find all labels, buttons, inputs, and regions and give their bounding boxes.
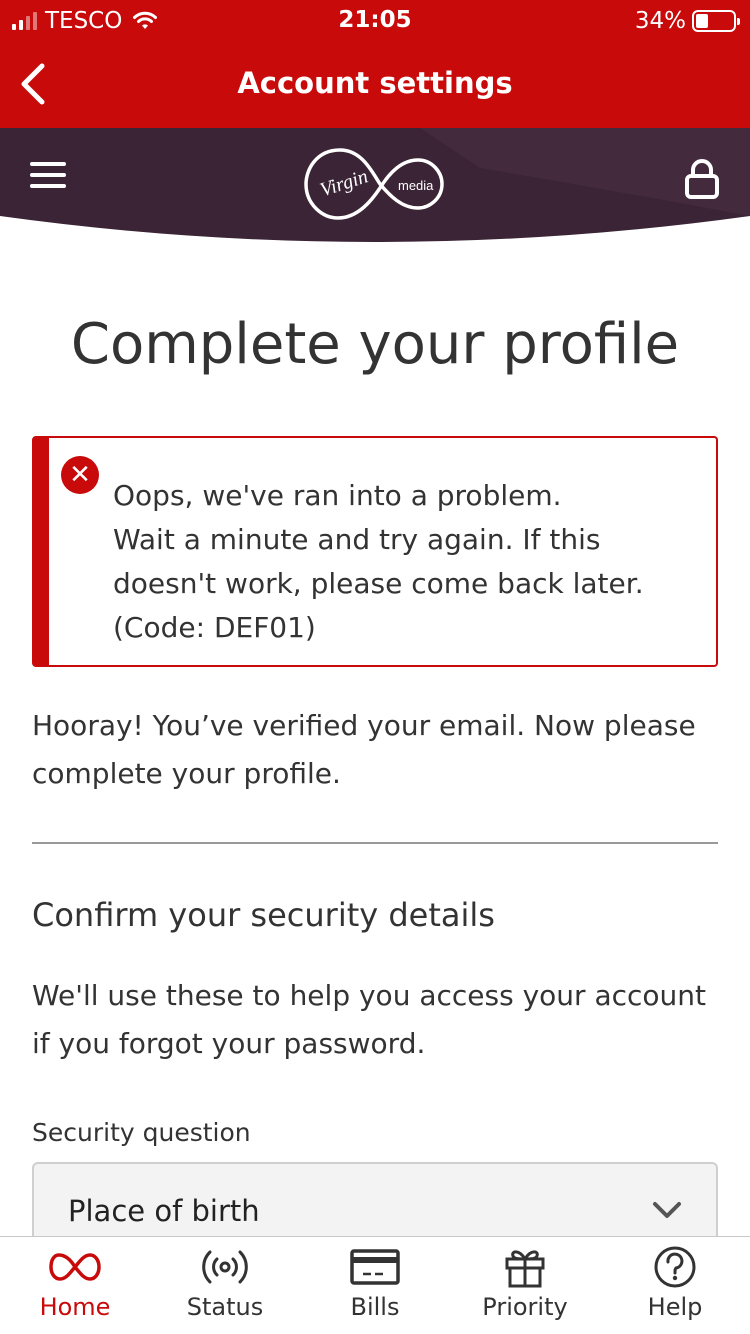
lock-icon (685, 159, 719, 199)
battery-percent: 34% (634, 8, 686, 34)
security-heading: Confirm your security details (32, 896, 495, 934)
error-line: Wait a minute and try again. If this (113, 523, 601, 556)
error-alert: ✕ Oops, we've ran into a problem. Wait a… (32, 436, 718, 667)
infinity-icon (49, 1253, 101, 1281)
error-line: Oops, we've ran into a problem. (113, 479, 562, 512)
tab-priority[interactable]: Priority (450, 1237, 600, 1334)
error-line: doesn't work, please come back later. (113, 567, 644, 600)
brand-bar: Virgin media (0, 128, 750, 250)
battery-icon (692, 10, 740, 32)
chevron-down-icon (653, 1202, 681, 1218)
page-title: Complete your profile (70, 312, 680, 377)
status-bar: TESCO 21:05 34% (0, 0, 750, 40)
hamburger-line (30, 173, 66, 177)
card-icon (350, 1249, 400, 1285)
security-question-value: Place of birth (68, 1194, 260, 1228)
logo-virgin-text: Virgin (317, 165, 370, 201)
status-right: 34% (634, 8, 740, 34)
nav-header: Account settings (0, 40, 750, 128)
tab-label: Status (186, 1293, 264, 1321)
security-description: We'll use these to help you access your … (32, 979, 706, 1060)
lock-button[interactable] (684, 158, 720, 200)
tab-label: Bills (350, 1293, 400, 1321)
battery-fill (696, 14, 709, 28)
divider (32, 842, 718, 844)
broadcast-icon (202, 1250, 248, 1284)
logo-media-text: media (398, 178, 434, 193)
tab-bills[interactable]: Bills (300, 1237, 450, 1334)
tab-bar: Home Status Bills Priority Help (0, 1236, 750, 1334)
tab-label: Home (39, 1293, 111, 1321)
security-question-label: Security question (32, 1118, 251, 1147)
tab-status[interactable]: Status (150, 1237, 300, 1334)
question-icon (654, 1246, 696, 1288)
verified-message: Hooray! You’ve verified your email. Now … (32, 709, 696, 790)
error-line: (Code: DEF01) (113, 611, 316, 644)
tab-label: Priority (482, 1293, 568, 1321)
error-message: Oops, we've ran into a problem. Wait a m… (113, 474, 703, 650)
gift-icon (505, 1250, 545, 1288)
tab-label: Help (647, 1293, 703, 1321)
tab-help[interactable]: Help (600, 1237, 750, 1334)
error-x-icon: ✕ (61, 456, 99, 494)
tab-home[interactable]: Home (0, 1237, 150, 1334)
menu-button[interactable] (30, 162, 66, 192)
hamburger-menu-icon (30, 162, 66, 166)
virgin-media-logo: Virgin media (304, 148, 444, 220)
nav-title: Account settings (237, 66, 513, 100)
hamburger-line (30, 184, 66, 188)
